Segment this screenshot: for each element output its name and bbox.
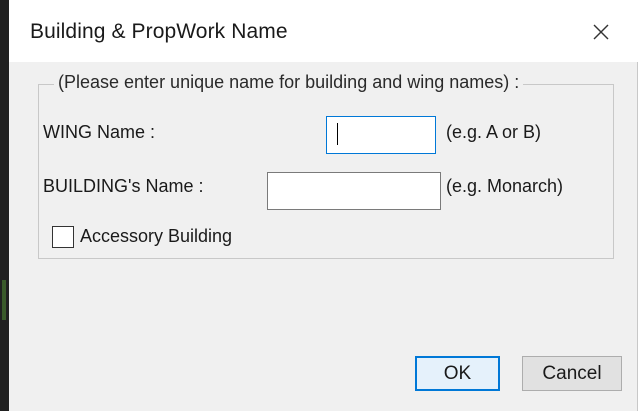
close-button[interactable]: [581, 14, 621, 50]
window-title: Building & PropWork Name: [30, 20, 288, 43]
building-name-input[interactable]: [267, 172, 441, 210]
background-window-edge: [0, 0, 9, 411]
accessory-building-checkbox[interactable]: [52, 226, 74, 248]
dialog-window: Building & PropWork Name (Please enter u…: [9, 0, 638, 411]
wing-name-hint: (e.g. A or B): [446, 122, 542, 142]
text-caret: [337, 123, 338, 145]
ok-button[interactable]: OK: [415, 356, 500, 391]
close-icon: [593, 24, 609, 40]
wing-name-label: WING Name :: [43, 122, 156, 142]
wing-name-input[interactable]: [326, 116, 436, 154]
accessory-building-label[interactable]: Accessory Building: [80, 226, 232, 247]
group-legend: (Please enter unique name for building a…: [54, 72, 524, 93]
title-bar: Building & PropWork Name: [9, 0, 638, 62]
background-window-mark: [2, 280, 6, 320]
building-name-label: BUILDING's Name :: [43, 176, 204, 196]
cancel-button[interactable]: Cancel: [522, 356, 622, 391]
building-name-hint: (e.g. Monarch): [446, 176, 564, 196]
